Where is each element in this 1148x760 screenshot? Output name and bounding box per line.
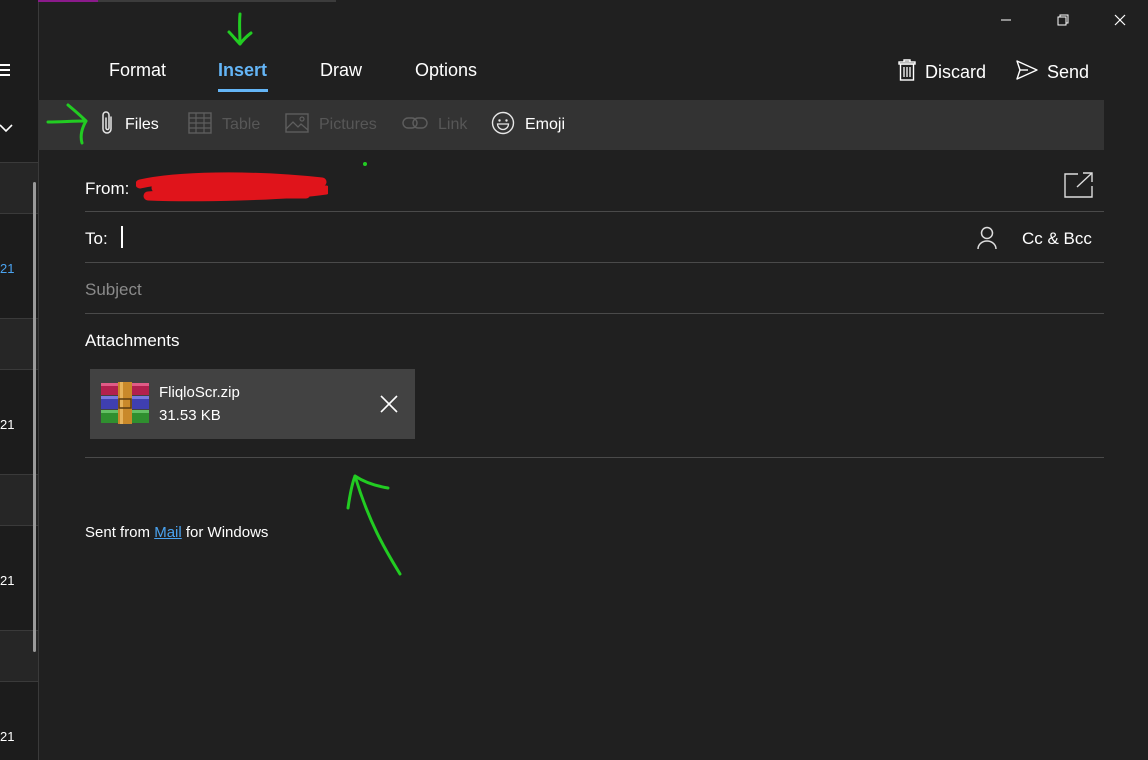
redacted-sender	[135, 172, 331, 202]
annotation-arrow-right	[44, 100, 92, 153]
attachment-size: 31.53 KB	[159, 407, 221, 424]
divider	[0, 681, 38, 682]
picture-icon	[285, 112, 309, 138]
tab-draw[interactable]: Draw	[320, 60, 362, 81]
person-icon[interactable]	[976, 226, 998, 255]
divider	[85, 262, 1104, 263]
divider	[85, 313, 1104, 314]
signature-suffix: for Windows	[181, 524, 269, 541]
pictures-label: Pictures	[319, 116, 377, 133]
files-button[interactable]: Files	[99, 110, 159, 138]
to-input-caret[interactable]	[121, 226, 123, 248]
files-label: Files	[125, 116, 159, 133]
cc-bcc-button[interactable]: Cc & Bcc	[1022, 229, 1092, 249]
list-item-date: 21	[0, 261, 15, 276]
popout-icon[interactable]	[1064, 172, 1094, 203]
restore-icon[interactable]	[1043, 8, 1083, 32]
signature-prefix: Sent from	[85, 524, 155, 541]
remove-icon[interactable]	[378, 393, 400, 415]
minimize-icon[interactable]	[986, 8, 1026, 32]
emoji-button[interactable]: Emoji	[491, 111, 566, 140]
list-item-date: 21	[0, 573, 15, 588]
subject-input[interactable]: Subject	[85, 280, 142, 300]
table-button[interactable]: Table	[188, 111, 261, 139]
title-strip	[98, 0, 336, 2]
tab-insert[interactable]: Insert	[218, 60, 267, 81]
link-label: Link	[438, 116, 468, 133]
attachments-heading: Attachments	[85, 331, 180, 350]
rar-archive-icon	[100, 382, 150, 424]
divider	[85, 211, 1104, 212]
from-label: From:	[85, 179, 130, 198]
attachment-name: FliqloScr.zip	[159, 384, 240, 401]
hamburger-icon[interactable]	[0, 60, 14, 80]
attachment-card[interactable]: FliqloScr.zip 31.53 KB	[90, 369, 415, 439]
annotation-arrow-up	[340, 466, 406, 585]
tab-options[interactable]: Options	[415, 60, 477, 81]
annotation-arrow-down	[224, 12, 256, 53]
emoji-icon	[491, 111, 515, 140]
tab-active-indicator	[218, 89, 268, 92]
divider	[85, 457, 1104, 458]
list-item-date: 21	[0, 417, 15, 432]
email-signature: Sent from Mail for Windows	[85, 524, 268, 541]
annotation-dot	[362, 154, 368, 172]
emoji-label: Emoji	[525, 116, 566, 133]
send-button[interactable]: Send	[1015, 58, 1089, 86]
to-label: To:	[85, 229, 108, 248]
tab-format[interactable]: Format	[109, 60, 166, 81]
list-item-date: 21	[0, 729, 15, 744]
send-label: Send	[1047, 61, 1090, 82]
close-icon[interactable]	[1100, 8, 1140, 32]
discard-label: Discard	[925, 61, 987, 82]
message-list-pane: 21 21 21 21	[0, 0, 39, 760]
send-icon	[1015, 59, 1039, 86]
link-icon	[402, 116, 428, 135]
mail-link[interactable]: Mail	[154, 524, 182, 541]
pictures-button[interactable]: Pictures	[285, 112, 377, 138]
link-button[interactable]: Link	[402, 112, 467, 138]
trash-icon	[897, 58, 917, 87]
scrollbar[interactable]	[33, 182, 36, 652]
insert-toolbar: Files Table Pictures Link Emoji	[38, 100, 1104, 150]
chevron-down-icon[interactable]	[0, 118, 14, 138]
paperclip-icon	[99, 109, 115, 142]
discard-button[interactable]: Discard	[897, 58, 986, 86]
table-label: Table	[222, 116, 261, 133]
table-icon	[188, 111, 212, 139]
accent-strip	[38, 0, 98, 2]
